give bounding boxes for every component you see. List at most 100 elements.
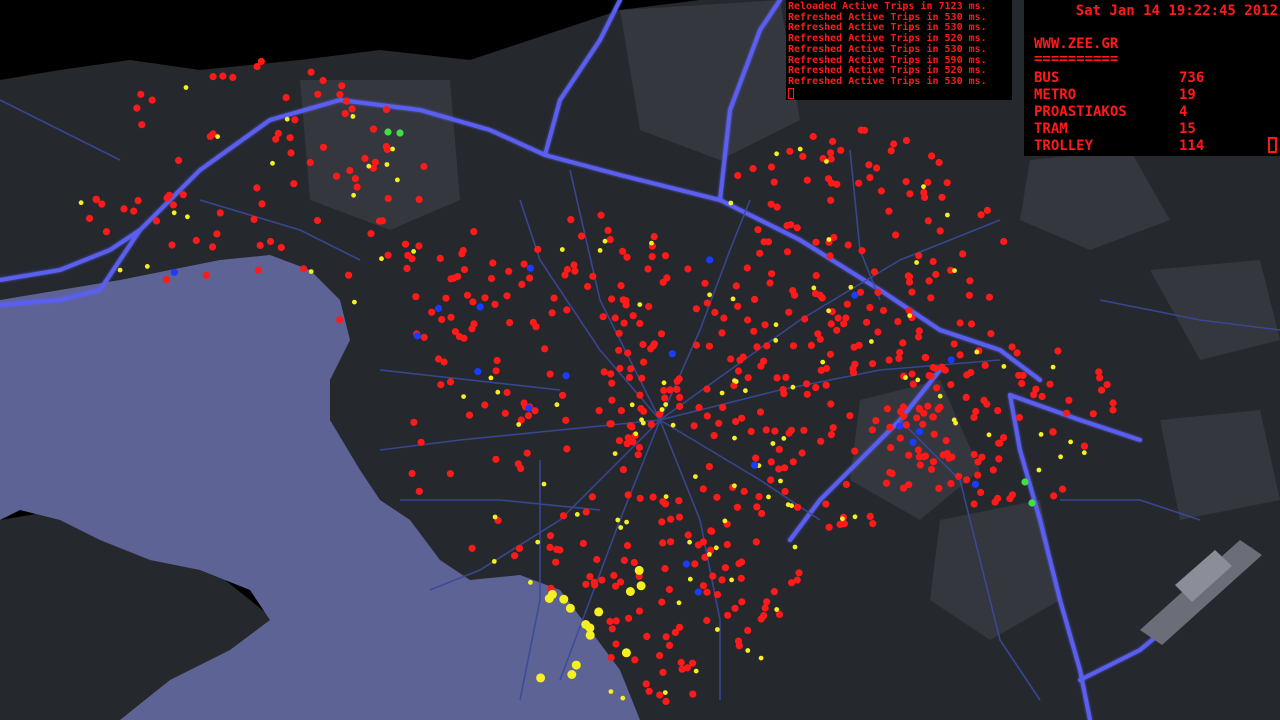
bus-marker (86, 214, 94, 222)
bus-marker (868, 426, 877, 434)
trolley-marker (574, 512, 580, 517)
trolley-marker (597, 248, 603, 253)
bus-marker (817, 437, 825, 445)
tram-marker (547, 589, 557, 599)
bus-marker (783, 248, 792, 256)
bus-marker (179, 191, 187, 199)
divider-line: ========== (1034, 51, 1119, 67)
trolley-marker (953, 420, 958, 426)
bus-marker (306, 158, 314, 167)
bus-marker (253, 184, 261, 192)
bus-marker (962, 393, 970, 401)
bus-marker (1065, 396, 1073, 404)
bus-marker (656, 691, 664, 699)
bus-marker (756, 408, 765, 416)
bus-marker (767, 163, 776, 171)
bus-marker (417, 438, 425, 446)
bus-marker (168, 241, 176, 249)
bus-marker (744, 374, 752, 382)
bus-marker (970, 500, 978, 508)
log-cursor (788, 87, 794, 99)
bus-marker (148, 96, 156, 104)
tram-marker (625, 587, 635, 596)
bus-marker (642, 680, 650, 688)
metro-marker (525, 404, 533, 412)
bus-marker (915, 327, 923, 335)
bus-marker (346, 166, 354, 175)
bus-marker (492, 367, 500, 375)
bus-marker (905, 278, 914, 286)
trolley-marker (535, 539, 541, 545)
trolley-marker (171, 210, 177, 216)
trolley-marker (1058, 454, 1063, 460)
bus-marker (724, 611, 732, 619)
bus-marker (740, 487, 748, 495)
stat-row-tram: TRAM 15 (1034, 121, 1196, 137)
bus-marker (834, 314, 842, 322)
bus-marker (610, 571, 618, 580)
bus-marker (718, 329, 726, 337)
bus-marker (657, 330, 666, 338)
bus-marker (520, 260, 528, 268)
bus-marker (420, 162, 428, 171)
bus-marker (994, 407, 1002, 415)
bus-marker (307, 68, 315, 76)
bus-marker (481, 294, 489, 302)
trolley-marker (618, 525, 624, 530)
bus-marker (336, 90, 344, 99)
bus-marker (758, 509, 766, 518)
bus-marker (800, 426, 808, 434)
bus-marker (978, 453, 986, 461)
bus-marker (588, 493, 597, 501)
bus-marker (598, 576, 606, 584)
bus-marker (752, 538, 760, 546)
bus-marker (932, 270, 940, 279)
bus-marker (348, 105, 356, 113)
bus-marker (703, 299, 711, 307)
bus-marker (785, 429, 793, 437)
bus-marker (662, 697, 670, 706)
bus-marker (753, 343, 761, 351)
bus-marker (713, 493, 721, 501)
trolley-marker (351, 192, 356, 198)
trolley-marker (907, 313, 913, 318)
bus-marker (287, 149, 295, 157)
bus-marker (956, 319, 964, 327)
bus-marker (694, 541, 703, 549)
bus-marker (468, 325, 476, 333)
trolley-marker (1081, 450, 1087, 456)
bus-marker (858, 247, 866, 255)
bus-marker (451, 328, 459, 336)
bus-marker (915, 252, 923, 260)
bus-marker (290, 180, 298, 188)
trolley-marker (528, 580, 533, 585)
bus-marker (313, 216, 322, 225)
bus-marker (152, 217, 161, 225)
bus-marker (785, 308, 793, 316)
metro-marker (971, 480, 980, 488)
trolley-marker (773, 338, 779, 343)
bus-marker (319, 76, 327, 85)
trolley-marker (1038, 432, 1044, 437)
bus-marker (914, 333, 923, 341)
bus-marker (661, 252, 670, 260)
bus-marker (826, 149, 835, 157)
bus-marker (879, 306, 888, 315)
bus-marker (850, 343, 858, 351)
bus-marker (209, 243, 217, 251)
bus-marker (659, 668, 667, 676)
bus-marker (604, 226, 612, 234)
bus-marker (902, 178, 910, 186)
trolley-marker (384, 162, 390, 167)
bus-marker (638, 374, 646, 382)
trolley-marker (728, 200, 734, 206)
bus-marker (684, 265, 692, 273)
trolley-marker (662, 690, 668, 695)
bus-marker (277, 243, 285, 252)
bus-marker (692, 305, 701, 313)
trolley-marker (488, 375, 494, 381)
bus-marker (934, 405, 942, 413)
stat-count: 19 (1179, 87, 1196, 103)
bus-marker (625, 614, 633, 622)
bus-marker (1109, 399, 1117, 407)
